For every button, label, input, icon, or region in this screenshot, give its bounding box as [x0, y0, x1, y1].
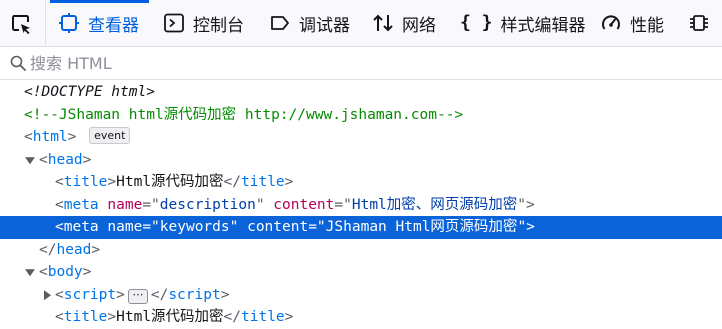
debugger-icon — [271, 16, 289, 30]
text-node: Html源代码加密 — [116, 309, 224, 325]
tag-name: head — [47, 151, 83, 168]
event-badge[interactable]: event — [89, 127, 131, 144]
devtools-toolbar: 查看器 控制台 调试器 网络 { } 样式编辑器 性能 — [0, 0, 722, 47]
memory-icon — [690, 15, 708, 31]
attr-name[interactable]: name — [107, 197, 142, 213]
tab-debugger[interactable]: 调试器 — [269, 0, 350, 46]
tag-name: meta — [63, 196, 99, 213]
element-picker-button[interactable] — [0, 0, 46, 47]
tree-row-comment[interactable]: <!--JShaman html源代码加密 http://www.jshaman… — [0, 104, 722, 127]
tab-label: 样式编辑器 — [500, 15, 586, 36]
tab-label: 控制台 — [193, 15, 244, 36]
tab-network[interactable]: 网络 — [372, 0, 436, 46]
tab-label: 网络 — [402, 15, 436, 36]
tab-label: 调试器 — [299, 15, 350, 36]
tab-console[interactable]: 控制台 — [163, 0, 244, 46]
collapsed-content-button[interactable]: ⋯ — [127, 288, 148, 304]
attr-value[interactable]: Html加密、网页源码加密 — [352, 197, 517, 213]
tree-row-body[interactable]: <body> — [0, 261, 722, 284]
performance-icon — [602, 15, 620, 30]
attr-name[interactable]: content — [247, 219, 308, 235]
tree-row-title-2[interactable]: <title>Html源代码加密</title> — [0, 306, 722, 329]
inspector-icon — [59, 13, 79, 33]
console-icon — [164, 13, 184, 33]
collapse-toggle-icon[interactable] — [41, 284, 53, 307]
attr-value[interactable]: description — [160, 197, 256, 213]
tab-label: 性能 — [630, 15, 664, 36]
attr-value[interactable]: JShaman Html网页源码加密 — [326, 219, 518, 235]
tag-name: script — [63, 286, 117, 303]
search-input[interactable] — [30, 52, 690, 74]
tag-name: meta — [63, 219, 99, 235]
tree-row-html[interactable]: <html> event — [0, 126, 722, 149]
tab-performance[interactable]: 性能 — [600, 0, 664, 46]
tree-row-doctype[interactable]: <!DOCTYPE html> — [0, 81, 722, 104]
tab-memory[interactable] — [688, 0, 718, 46]
tag-name: title — [241, 309, 285, 325]
doctype-text: <!DOCTYPE html> — [24, 84, 155, 100]
network-icon — [373, 14, 393, 32]
tag-name: body — [47, 264, 83, 280]
tag-name: title — [63, 174, 108, 190]
tree-row-script[interactable]: <script> ⋯ </script> — [0, 284, 722, 307]
tag-name: html — [32, 129, 68, 145]
comment-text: <!--JShaman html源代码加密 http://www.jshaman… — [24, 106, 464, 123]
tree-row-meta-description[interactable]: <meta name="description" content="Html加密… — [0, 194, 722, 217]
expand-toggle-icon[interactable] — [24, 149, 36, 172]
attr-name[interactable]: name — [107, 219, 142, 235]
html-search-bar — [0, 47, 722, 80]
attr-name[interactable]: content — [273, 197, 334, 213]
tab-style-editor[interactable]: { } 样式编辑器 — [460, 0, 586, 46]
tag-name: title — [63, 309, 108, 325]
tag-name: title — [241, 174, 285, 190]
tag-name: script — [168, 286, 221, 303]
tree-row-title[interactable]: <title>Html源代码加密</title> — [0, 171, 722, 194]
tree-row-head-close[interactable]: </head> — [0, 239, 722, 262]
text-node: Html源代码加密 — [116, 174, 224, 190]
expand-toggle-icon[interactable] — [24, 261, 36, 284]
tag-name: head — [56, 241, 92, 258]
element-picker-icon — [12, 15, 30, 35]
style-editor-icon: { } — [460, 12, 493, 33]
search-icon — [10, 55, 26, 71]
tab-label: 查看器 — [88, 15, 139, 36]
tree-row-meta-keywords-selected[interactable]: <meta name="keywords" content="JShaman H… — [0, 216, 722, 239]
attr-value[interactable]: keywords — [160, 219, 230, 235]
tree-row-head[interactable]: <head> — [0, 149, 722, 172]
tab-inspector[interactable]: 查看器 — [50, 0, 149, 46]
